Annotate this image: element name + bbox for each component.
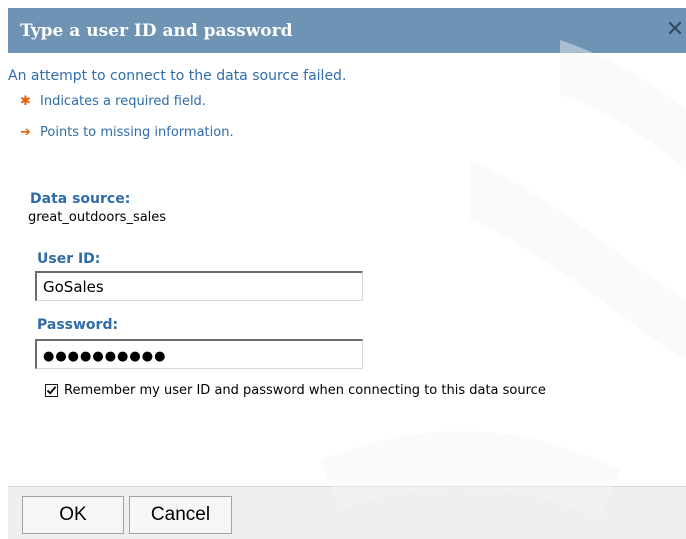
missing-legend: ➔ Points to missing information. (20, 124, 234, 142)
checkmark-icon (46, 386, 57, 395)
password-masked-value: ●●●●●●●●●● (43, 349, 167, 364)
user-id-label: User ID: (37, 251, 101, 267)
dialog-footer: OK Cancel (8, 486, 686, 539)
password-label: Password: (37, 317, 119, 333)
required-asterisk-icon: ✱ (20, 94, 31, 109)
missing-legend-text: Points to missing information. (40, 125, 234, 140)
close-icon[interactable]: ✕ (662, 16, 686, 44)
cancel-button[interactable]: Cancel (129, 496, 232, 534)
remember-checkbox[interactable] (45, 384, 58, 397)
missing-arrow-icon: ➔ (20, 125, 31, 140)
remember-credentials-row[interactable]: Remember my user ID and password when co… (45, 382, 546, 400)
remember-label: Remember my user ID and password when co… (64, 383, 546, 398)
dialog-title-bar: Type a user ID and password ✕ (8, 8, 686, 53)
password-input[interactable]: ●●●●●●●●●● (35, 339, 363, 369)
login-dialog: Type a user ID and password ✕ An attempt… (0, 0, 686, 539)
dialog-title: Type a user ID and password (20, 21, 293, 41)
user-id-input[interactable]: GoSales (35, 271, 363, 301)
error-message: An attempt to connect to the data source… (8, 68, 347, 84)
data-source-value: great_outdoors_sales (28, 210, 167, 225)
required-legend-text: Indicates a required field. (40, 94, 206, 109)
data-source-label: Data source: (30, 191, 131, 207)
user-id-value: GoSales (43, 278, 104, 296)
ok-button[interactable]: OK (22, 496, 124, 534)
required-legend: ✱ Indicates a required field. (20, 93, 206, 111)
